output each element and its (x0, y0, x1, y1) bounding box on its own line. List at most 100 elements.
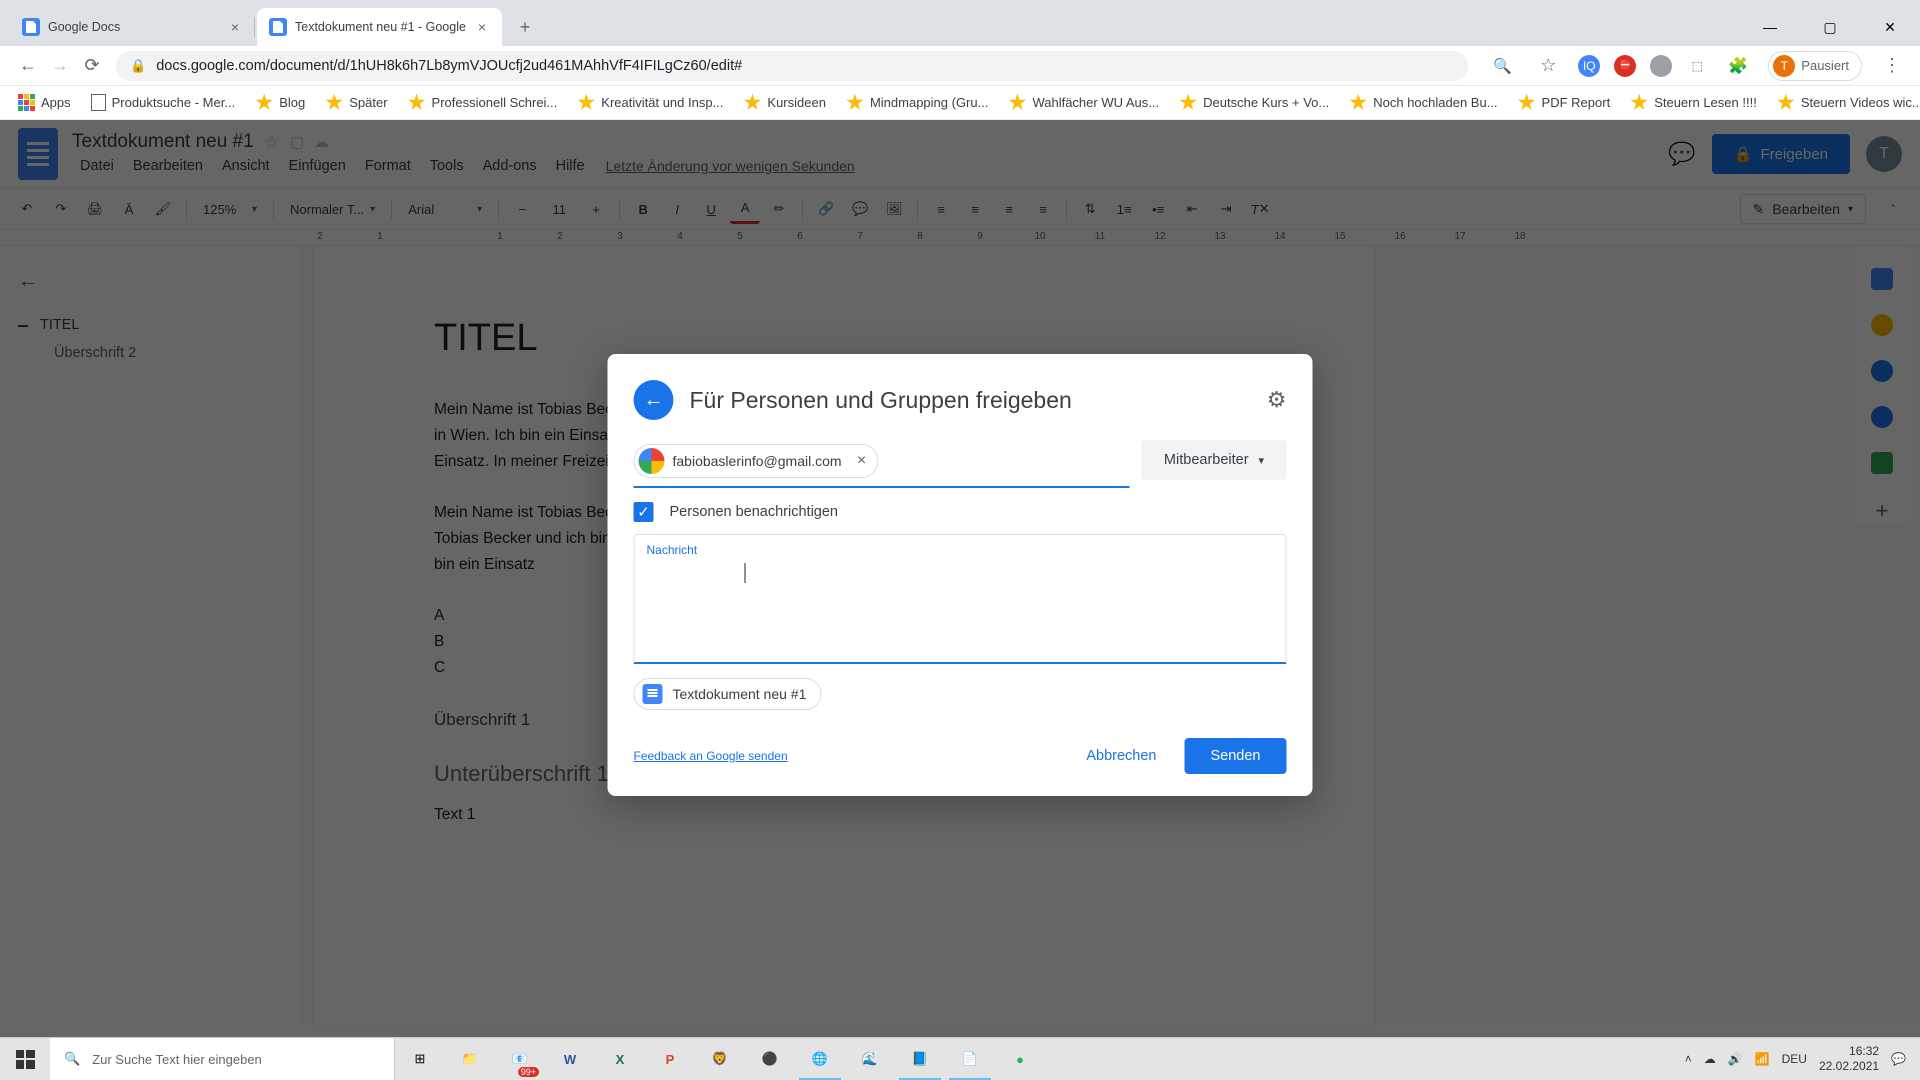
folder-icon (325, 94, 343, 112)
wifi-icon[interactable]: 📶 (1755, 1052, 1770, 1066)
tab-title: Google Docs (48, 20, 120, 34)
lock-icon: 🔒 (130, 58, 146, 74)
remove-recipient-icon[interactable]: × (850, 449, 874, 473)
bookmarks-bar: Apps Produktsuche - Mer... Blog Später P… (0, 86, 1920, 120)
message-label: Nachricht (647, 543, 1274, 557)
close-window-button[interactable]: ✕ (1860, 8, 1920, 46)
bookmark-item[interactable]: Steuern Lesen !!!! (1622, 90, 1765, 116)
language-indicator[interactable]: DEU (1782, 1052, 1807, 1066)
close-tab-icon[interactable]: × (474, 19, 490, 35)
system-tray: ˄ ☁ 🔊 📶 DEU 16:32 22.02.2021 💬 (1671, 1044, 1920, 1074)
spotify-icon[interactable]: ● (995, 1038, 1045, 1080)
browser-tab-strip: Google Docs × Textdokument neu #1 - Goog… (0, 0, 1920, 46)
chrome-menu-icon[interactable]: ⋮ (1876, 50, 1908, 82)
close-tab-icon[interactable]: × (227, 19, 243, 35)
bookmark-item[interactable]: Kreativität und Insp... (569, 90, 731, 116)
volume-icon[interactable]: 🔊 (1728, 1052, 1743, 1066)
powerpoint-icon[interactable]: P (645, 1038, 695, 1080)
folder-icon (1349, 94, 1367, 112)
folder-icon (255, 94, 273, 112)
extension-icon[interactable]: IQ (1578, 55, 1600, 77)
bookmark-item[interactable]: Kursideen (735, 90, 834, 116)
page-icon (91, 94, 106, 111)
maximize-button[interactable]: ▢ (1800, 8, 1860, 46)
folder-icon (1630, 94, 1648, 112)
docs-favicon-icon (269, 18, 287, 36)
send-button[interactable]: Senden (1185, 738, 1287, 774)
zoom-icon[interactable]: 🔍 (1486, 50, 1518, 82)
recipients-input[interactable]: fabiobaslerinfo@gmail.com × (634, 438, 1130, 488)
extensions-menu-icon[interactable]: 🧩 (1722, 50, 1754, 82)
feedback-link[interactable]: Feedback an Google senden (634, 749, 788, 763)
notifications-icon[interactable]: 💬 (1891, 1052, 1906, 1066)
message-field[interactable]: Nachricht (634, 534, 1287, 664)
docs-favicon-icon (22, 18, 40, 36)
window-controls: — ▢ ✕ (1740, 8, 1920, 46)
permission-role-select[interactable]: Mitbearbeiter (1142, 440, 1287, 480)
minimize-button[interactable]: — (1740, 8, 1800, 46)
explorer-icon[interactable]: 📁 (445, 1038, 495, 1080)
profile-chip[interactable]: T Pausiert (1768, 51, 1862, 81)
obs-icon[interactable]: ⚫ (745, 1038, 795, 1080)
extension-icon[interactable]: ⬚ (1686, 55, 1708, 77)
bookmark-item[interactable]: Später (317, 90, 395, 116)
bookmark-item[interactable]: PDF Report (1510, 90, 1619, 116)
cloud-icon[interactable]: ☁ (1704, 1052, 1716, 1066)
bookmark-star-icon[interactable]: ☆ (1532, 50, 1564, 82)
browser-tab-0[interactable]: Google Docs × (10, 8, 255, 46)
back-button[interactable]: ← (634, 380, 674, 420)
folder-icon (1518, 94, 1536, 112)
extension-icon[interactable]: ⛔ (1614, 55, 1636, 77)
chrome-icon[interactable]: 🌐 (795, 1038, 845, 1080)
reload-button[interactable]: ⟳ (76, 50, 108, 82)
back-button[interactable]: ← (12, 50, 44, 82)
folder-icon (1008, 94, 1026, 112)
extension-icon[interactable] (1650, 55, 1672, 77)
text-cursor-icon (745, 563, 746, 583)
browser-url-bar: ← → ⟳ 🔒 docs.google.com/document/d/1hUH8… (0, 46, 1920, 86)
notepad-icon[interactable]: 📄 (945, 1038, 995, 1080)
folder-icon (1777, 94, 1795, 112)
folder-icon (743, 94, 761, 112)
excel-icon[interactable]: X (595, 1038, 645, 1080)
settings-gear-icon[interactable]: ⚙ (1267, 387, 1287, 413)
docs-file-icon (643, 684, 663, 704)
bookmark-item[interactable]: Steuern Videos wic... (1769, 90, 1920, 116)
bookmark-item[interactable]: Produktsuche - Mer... (83, 90, 244, 115)
forward-button[interactable]: → (44, 50, 76, 82)
tray-chevron-icon[interactable]: ˄ (1685, 1052, 1692, 1066)
attachment-name: Textdokument neu #1 (673, 686, 807, 702)
folder-icon (1179, 94, 1197, 112)
share-dialog: ← Für Personen und Gruppen freigeben ⚙ f… (608, 354, 1313, 796)
apps-shortcut[interactable]: Apps (10, 90, 79, 115)
recipient-avatar-icon (639, 448, 665, 474)
search-icon: 🔍 (64, 1051, 80, 1067)
new-tab-button[interactable]: + (510, 12, 540, 42)
url-text: docs.google.com/document/d/1hUH8k6h7Lb8y… (156, 58, 742, 74)
mail-icon[interactable]: 📧99+ (495, 1038, 545, 1080)
brave-icon[interactable]: 🦁 (695, 1038, 745, 1080)
bookmark-item[interactable]: Mindmapping (Gru... (838, 90, 997, 116)
bookmark-item[interactable]: Deutsche Kurs + Vo... (1171, 90, 1337, 116)
start-button[interactable] (0, 1038, 50, 1080)
bookmark-item[interactable]: Blog (247, 90, 313, 116)
profile-avatar: T (1773, 55, 1795, 77)
clock[interactable]: 16:32 22.02.2021 (1819, 1044, 1879, 1074)
browser-tab-1[interactable]: Textdokument neu #1 - Google × (257, 8, 502, 46)
bookmark-item[interactable]: Professionell Schrei... (400, 90, 566, 116)
message-textarea[interactable] (647, 557, 1274, 652)
windows-taskbar: 🔍 Zur Suche Text hier eingeben ⊞ 📁 📧99+ … (0, 1037, 1920, 1080)
bookmark-item[interactable]: Noch hochladen Bu... (1341, 90, 1505, 116)
folder-icon (846, 94, 864, 112)
taskbar-search[interactable]: 🔍 Zur Suche Text hier eingeben (50, 1038, 395, 1080)
url-input[interactable]: 🔒 docs.google.com/document/d/1hUH8k6h7Lb… (116, 51, 1468, 81)
task-view-icon[interactable]: ⊞ (395, 1038, 445, 1080)
app-icon[interactable]: 📘 (895, 1038, 945, 1080)
attachment-chip: Textdokument neu #1 (634, 678, 822, 710)
tab-title: Textdokument neu #1 - Google (295, 20, 466, 34)
cancel-button[interactable]: Abbrechen (1070, 738, 1172, 774)
word-icon[interactable]: W (545, 1038, 595, 1080)
bookmark-item[interactable]: Wahlfächer WU Aus... (1000, 90, 1167, 116)
notify-checkbox[interactable]: ✓ (634, 502, 654, 522)
edge-icon[interactable]: 🌊 (845, 1038, 895, 1080)
